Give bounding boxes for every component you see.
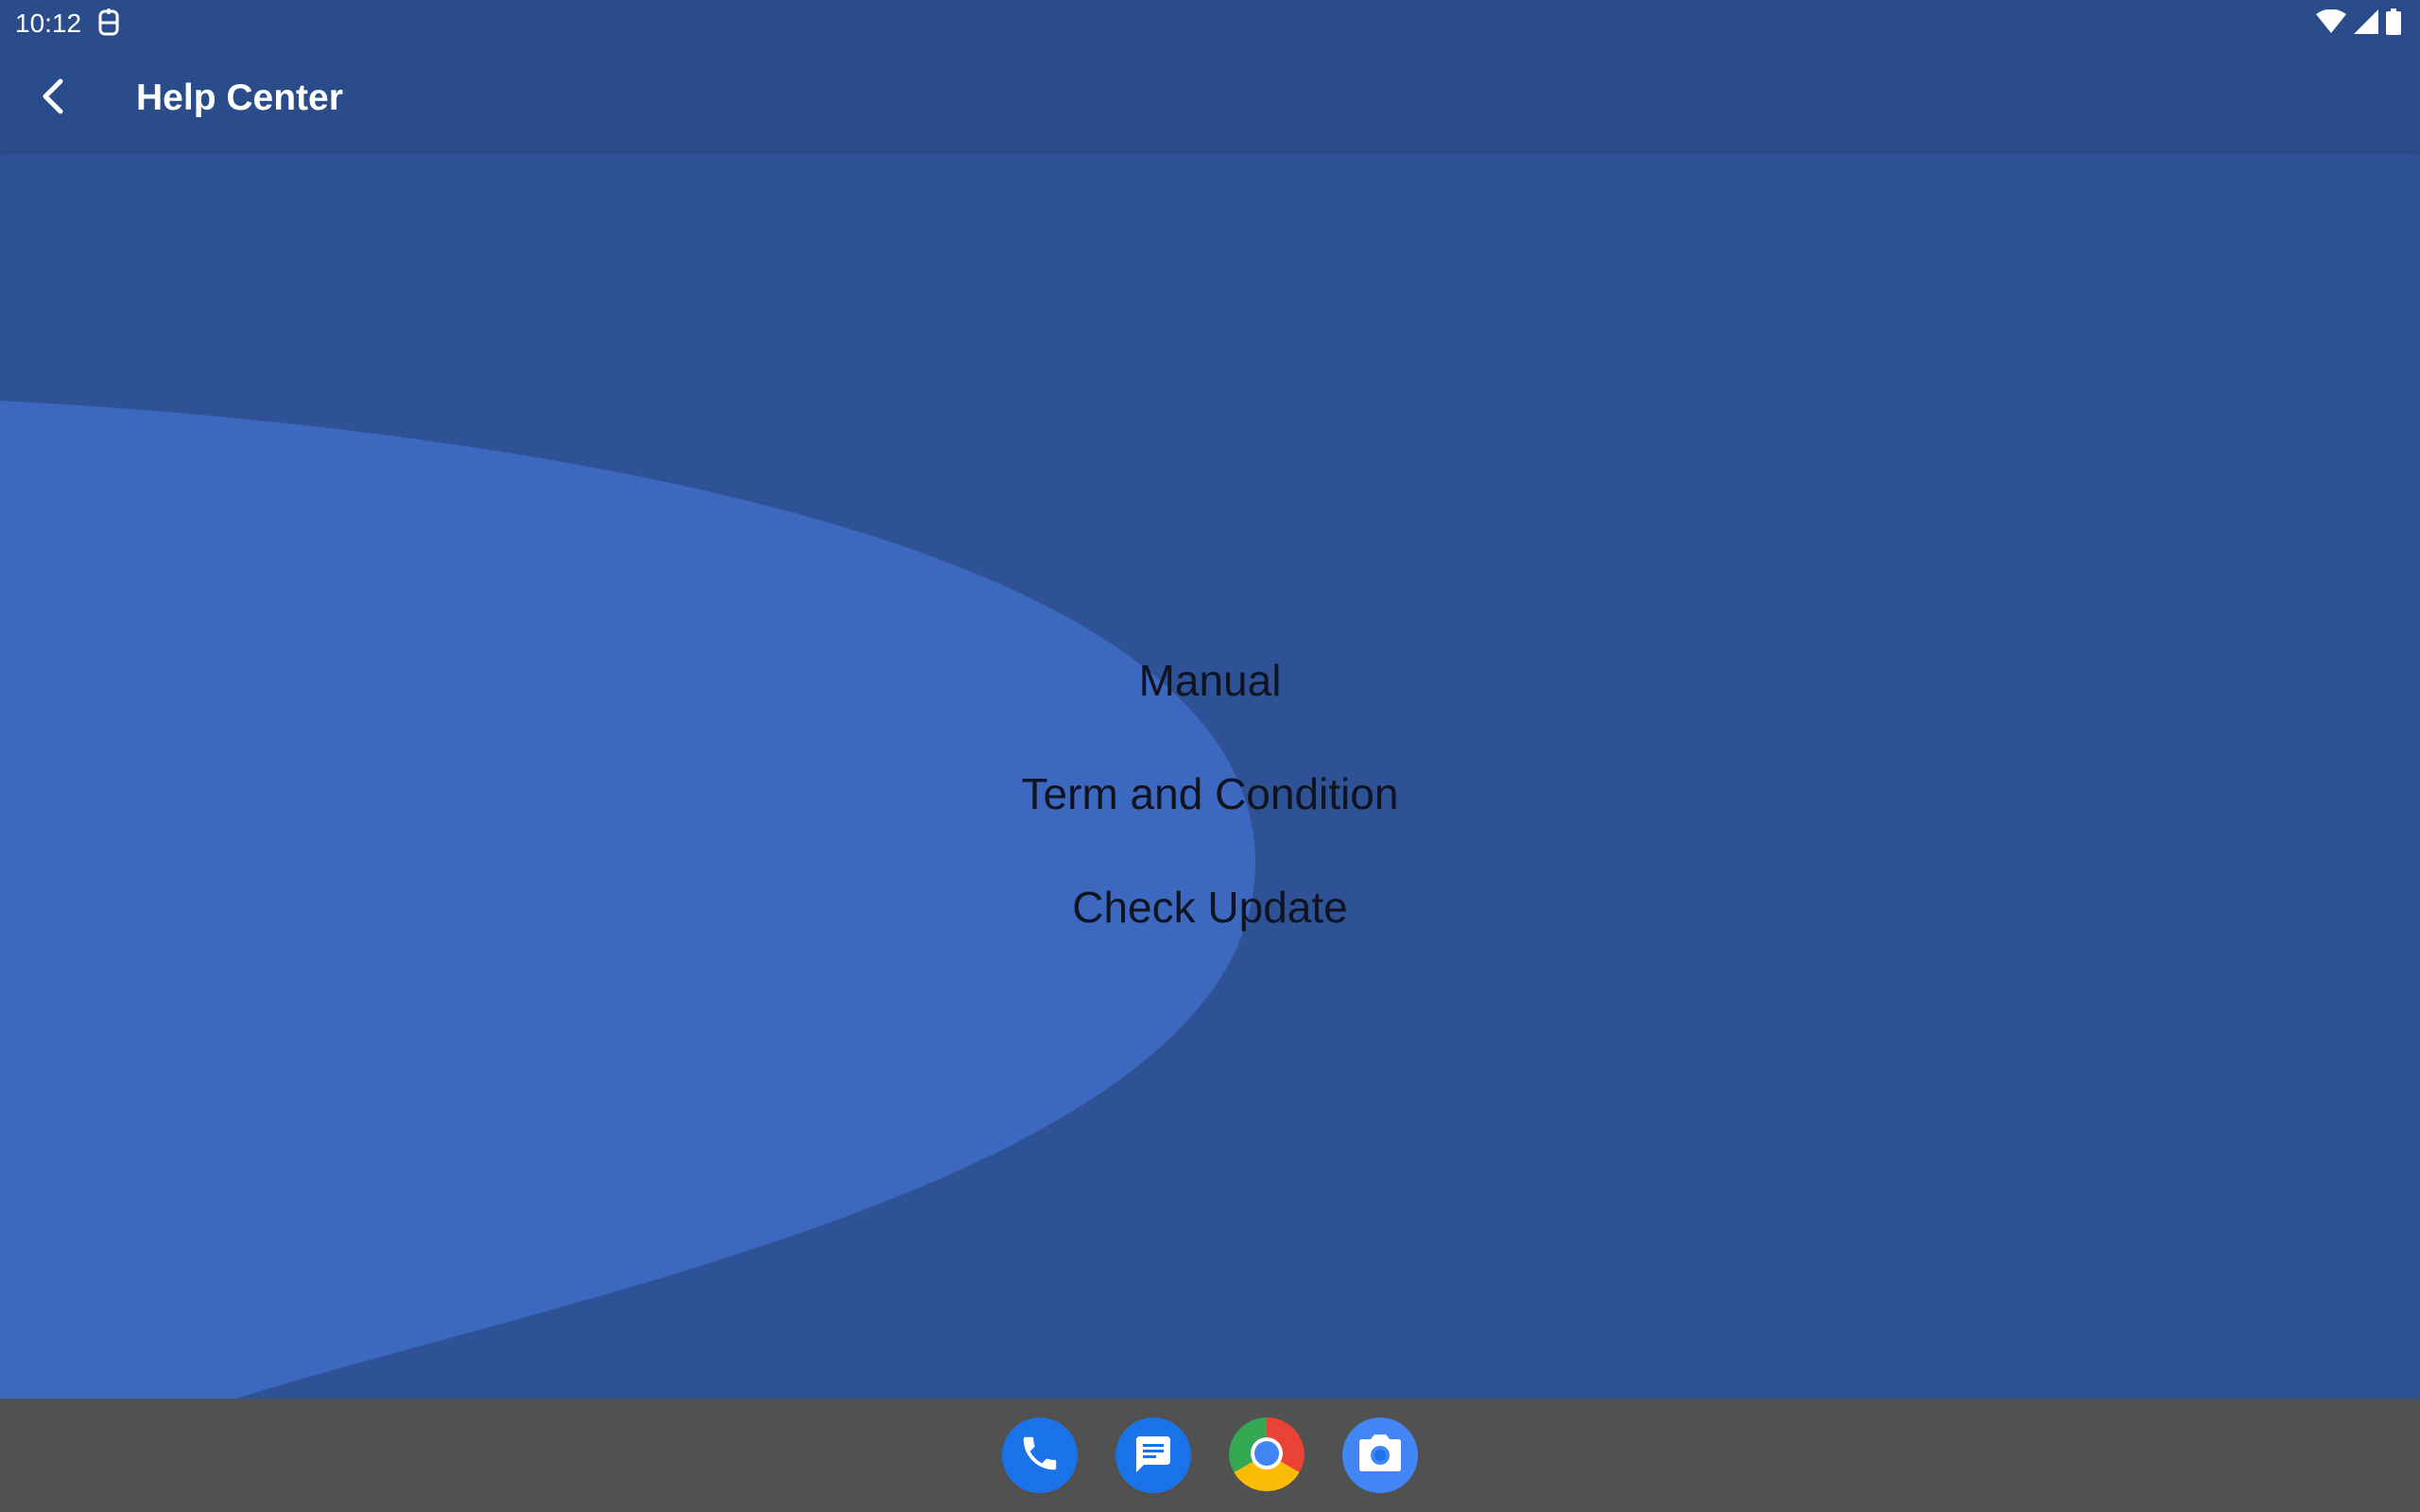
dock-chrome-app[interactable] (1229, 1418, 1305, 1493)
status-time: 10:12 (15, 9, 82, 38)
page-title: Help Center (136, 77, 343, 118)
phone-icon (1018, 1432, 1062, 1480)
help-menu-list: Manual Term and Condition Check Update (0, 624, 2420, 964)
dock-phone-app[interactable] (1002, 1418, 1078, 1493)
status-bar: 10:12 (0, 0, 2420, 47)
dock-apps (0, 1418, 2420, 1493)
app-bar: Help Center (0, 47, 2420, 151)
messages-icon (1131, 1431, 1176, 1481)
dock-camera-app[interactable] (1342, 1418, 1418, 1493)
cell-signal-icon (2354, 9, 2378, 39)
wifi-icon (2316, 9, 2346, 39)
camera-icon (1356, 1433, 1405, 1479)
chrome-icon (1229, 1418, 1305, 1493)
status-icons (2316, 8, 2401, 40)
battery-icon (2386, 8, 2401, 40)
back-button[interactable] (23, 68, 83, 129)
chevron-left-icon (38, 77, 68, 120)
screen: 10:12 Help Center Manual Term and Condit… (0, 0, 2420, 1512)
menu-item-check-update[interactable]: Check Update (1053, 850, 1367, 964)
dock-messages-app[interactable] (1115, 1418, 1191, 1493)
menu-item-terms[interactable]: Term and Condition (1003, 737, 1418, 850)
content-area: Manual Term and Condition Check Update (0, 151, 2420, 1399)
vpn-key-icon (96, 9, 121, 37)
menu-item-manual[interactable]: Manual (1120, 624, 1301, 737)
taskbar-dock (0, 1399, 2420, 1512)
